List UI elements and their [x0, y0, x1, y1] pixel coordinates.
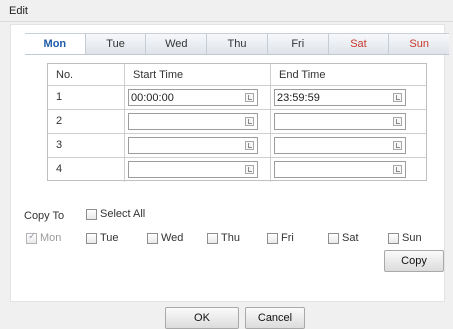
clock-icon[interactable]	[393, 93, 402, 102]
end-time-input[interactable]: 23:59:59	[274, 89, 406, 106]
checkbox-box[interactable]	[86, 232, 97, 244]
dialog-title-bar: Edit	[0, 0, 453, 22]
start-time-input[interactable]	[128, 137, 258, 154]
end-time-input[interactable]	[274, 113, 406, 130]
select-all-checkbox[interactable]: Select All	[86, 208, 145, 220]
start-time-input[interactable]	[128, 161, 258, 178]
clock-icon[interactable]	[245, 117, 254, 126]
row-number: 4	[56, 163, 63, 175]
clock-icon[interactable]	[393, 165, 402, 174]
copy-button[interactable]: Copy	[384, 250, 444, 272]
copy-day-label: Mon	[40, 232, 62, 244]
end-time-input[interactable]	[274, 161, 406, 178]
row-number: 1	[56, 91, 63, 103]
copy-day-mon-checkbox[interactable]: Mon	[26, 231, 62, 244]
copy-day-thu-checkbox[interactable]: Thu	[207, 232, 240, 244]
tab-wed[interactable]: Wed	[146, 34, 208, 54]
table-header-row: No. Start Time End Time	[48, 64, 426, 86]
dialog-title: Edit	[9, 5, 28, 17]
table-row: 3	[48, 134, 426, 158]
copy-to-label: Copy To	[24, 210, 65, 222]
start-time-input[interactable]	[128, 113, 258, 130]
copy-day-sat-checkbox[interactable]: Sat	[328, 232, 359, 244]
row-number: 2	[56, 115, 63, 127]
row-number: 3	[56, 139, 63, 151]
copy-day-label: Wed	[161, 232, 184, 244]
copy-day-label: Fri	[281, 232, 294, 244]
copy-day-tue-checkbox[interactable]: Tue	[86, 232, 119, 244]
copy-day-fri-checkbox[interactable]: Fri	[267, 232, 294, 244]
copy-day-label: Tue	[100, 232, 119, 244]
checkbox-box[interactable]	[207, 232, 218, 244]
clock-icon[interactable]	[245, 165, 254, 174]
select-all-box[interactable]	[86, 208, 97, 220]
tab-sat[interactable]: Sat	[329, 34, 390, 54]
schedule-panel: Mon Tue Wed Thu Fri Sat Sun No. Start Ti…	[10, 24, 449, 302]
day-tabs: Mon Tue Wed Thu Fri Sat Sun	[25, 33, 449, 55]
checkbox-box[interactable]	[147, 232, 158, 244]
start-time-input[interactable]: 00:00:00	[128, 89, 258, 106]
copy-day-label: Thu	[221, 232, 240, 244]
end-time-input[interactable]	[274, 137, 406, 154]
tab-fri[interactable]: Fri	[268, 34, 329, 54]
tab-mon[interactable]: Mon	[25, 34, 86, 54]
select-all-label: Select All	[100, 208, 146, 220]
copy-day-label: Sat	[342, 232, 359, 244]
checkbox-box[interactable]	[26, 231, 37, 244]
table-row: 4	[48, 158, 426, 182]
clock-icon[interactable]	[393, 117, 402, 126]
end-time-value: 23:59:59	[277, 92, 320, 104]
tab-sun[interactable]: Sun	[389, 34, 449, 54]
checkbox-box[interactable]	[328, 232, 339, 244]
table-row: 2	[48, 110, 426, 134]
checkbox-box[interactable]	[388, 232, 399, 244]
clock-icon[interactable]	[393, 141, 402, 150]
start-time-value: 00:00:00	[131, 92, 174, 104]
copy-day-wed-checkbox[interactable]: Wed	[147, 232, 183, 244]
tab-tue[interactable]: Tue	[86, 34, 147, 54]
time-schedule-table: No. Start Time End Time 1 00:00:00 23:59…	[47, 63, 427, 182]
copy-day-label: Sun	[402, 232, 422, 244]
clock-icon[interactable]	[245, 93, 254, 102]
header-start-time: Start Time	[133, 69, 184, 81]
copy-day-sun-checkbox[interactable]: Sun	[388, 232, 422, 244]
tab-thu[interactable]: Thu	[207, 34, 268, 54]
checkbox-box[interactable]	[267, 232, 278, 244]
clock-icon[interactable]	[245, 141, 254, 150]
header-end-time: End Time	[279, 69, 326, 81]
table-row: 1 00:00:00 23:59:59	[48, 86, 426, 110]
header-no: No.	[56, 69, 74, 81]
